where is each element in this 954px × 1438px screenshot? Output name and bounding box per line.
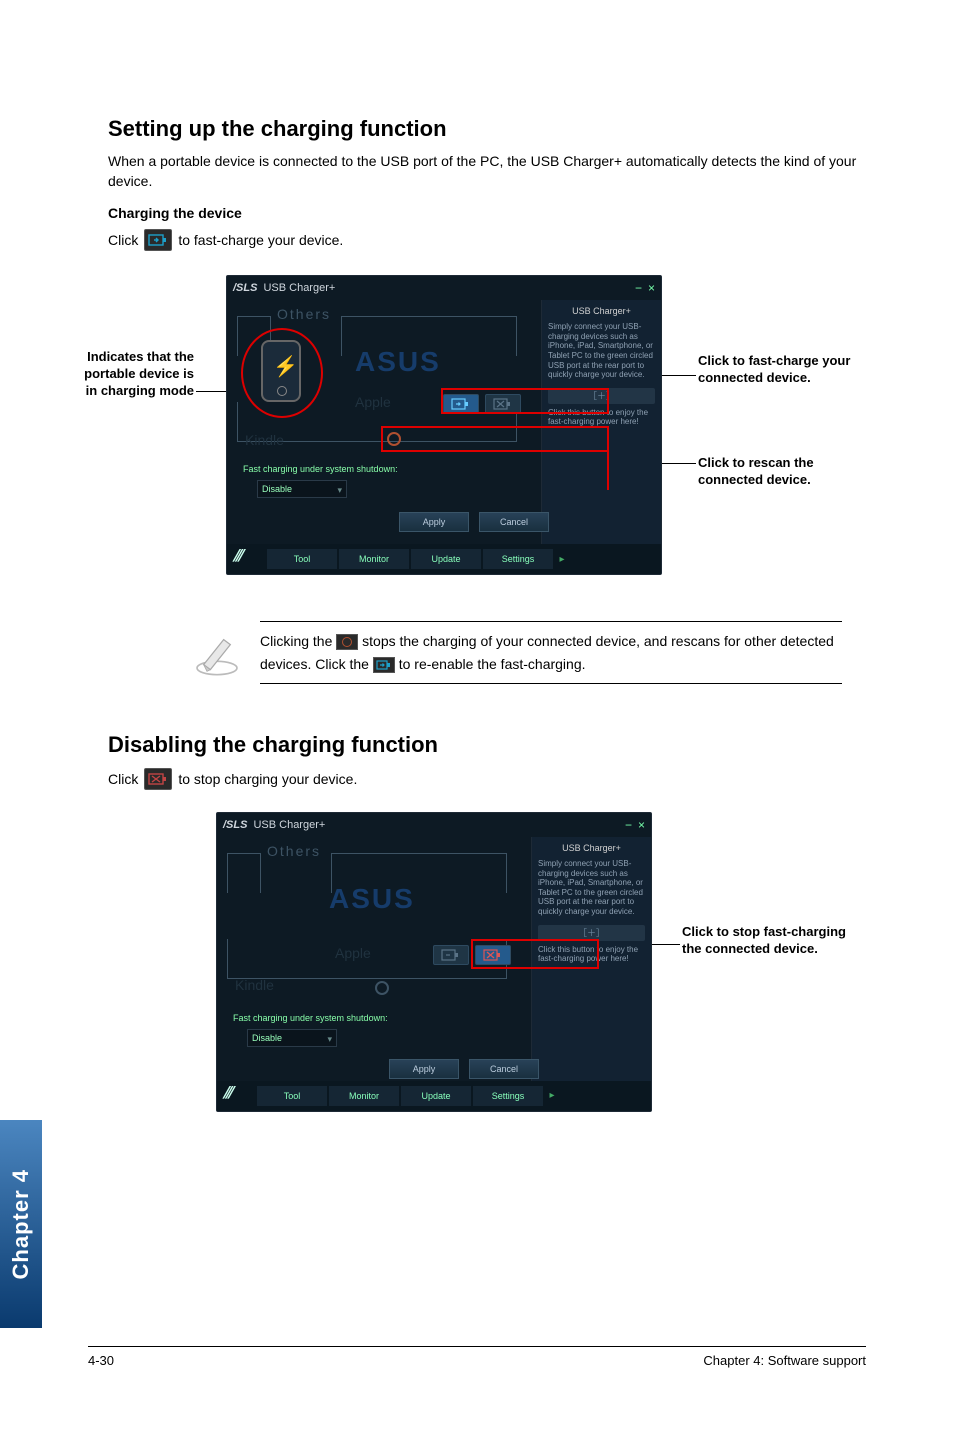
- tab-update[interactable]: Update: [411, 549, 481, 569]
- annotation-box-rescan: [381, 426, 609, 452]
- click2-pre: Click: [108, 771, 138, 787]
- charging-subhead: Charging the device: [108, 205, 866, 221]
- fast-shutdown-label: Fast charging under system shutdown:: [233, 1013, 388, 1023]
- annotation-box-stopcharge: [471, 939, 599, 969]
- shutdown-dropdown[interactable]: Disable: [257, 480, 347, 498]
- rescan-button[interactable]: [375, 981, 389, 995]
- note-text-c: to re-enable the fast-charging.: [399, 656, 586, 672]
- fast-charge-button[interactable]: [433, 945, 469, 965]
- apply-button[interactable]: Apply: [399, 512, 469, 532]
- apply-button[interactable]: Apply: [389, 1059, 459, 1079]
- shutdown-dropdown[interactable]: Disable: [247, 1029, 337, 1047]
- fast-charge-icon: [144, 229, 172, 251]
- click-label: Click: [108, 232, 138, 248]
- callout-rescan: Click to rescan the connected device.: [698, 455, 868, 489]
- chapter-side-tab: Chapter 4: [0, 1120, 42, 1328]
- tab-monitor[interactable]: Monitor: [329, 1086, 399, 1106]
- app-tabbar: ⫻ Tool Monitor Update Settings ▸: [217, 1081, 651, 1111]
- side-panel-title: USB Charger+: [538, 843, 645, 853]
- section2-heading: Disabling the charging function: [108, 732, 866, 758]
- side-panel-text: Simply connect your USB-charging devices…: [538, 859, 645, 917]
- annotation-box-fastcharge: [441, 388, 609, 414]
- tab-update[interactable]: Update: [401, 1086, 471, 1106]
- app-title-text: USB Charger+: [253, 819, 325, 831]
- fast-charge-mini-icon: [373, 657, 395, 673]
- page-footer: 4-30 Chapter 4: Software support: [88, 1346, 866, 1368]
- page-number: 4-30: [88, 1353, 114, 1368]
- stop-charge-icon: [144, 768, 172, 790]
- chapter-tab-label: Chapter 4: [8, 1169, 34, 1279]
- others-label: Others: [277, 306, 331, 322]
- tab-settings[interactable]: Settings: [483, 549, 553, 569]
- click-label-post: to fast-charge your device.: [178, 232, 343, 248]
- tab-monitor[interactable]: Monitor: [339, 549, 409, 569]
- tab-tool[interactable]: Tool: [257, 1086, 327, 1106]
- chapter-label: Chapter 4: Software support: [703, 1353, 866, 1368]
- minimize-icon[interactable]: −: [635, 281, 642, 295]
- side-panel-text: Simply connect your USB-charging devices…: [548, 322, 655, 380]
- figure-1: Indicates that the portable device is in…: [108, 275, 866, 593]
- ghost-kindle: Kindle: [245, 432, 284, 448]
- click2-post: to stop charging your device.: [178, 771, 357, 787]
- callout-stop-fastcharge: Click to stop fast-charging the connecte…: [682, 924, 852, 958]
- callout-charging-mode: Indicates that the portable device is in…: [80, 349, 194, 400]
- section-intro: When a portable device is connected to t…: [108, 152, 866, 191]
- figure-2: Click to stop fast-charging the connecte…: [108, 812, 866, 1130]
- app-logo-icon: ⫻: [233, 548, 255, 570]
- ghost-kindle: Kindle: [235, 977, 274, 993]
- note-text-a: Clicking the: [260, 633, 336, 649]
- close-icon[interactable]: ×: [638, 818, 645, 832]
- rescan-mini-icon: [336, 634, 358, 650]
- asus-logo: ASUS: [355, 346, 441, 378]
- ghost-apple: Apple: [335, 945, 371, 961]
- tabbar-scroll-right-icon[interactable]: ▸: [545, 1090, 559, 1101]
- app-tabbar: ⫻ Tool Monitor Update Settings ▸: [227, 544, 661, 574]
- minimize-icon[interactable]: −: [625, 818, 632, 832]
- tab-tool[interactable]: Tool: [267, 549, 337, 569]
- cancel-button[interactable]: Cancel: [479, 512, 549, 532]
- note-block: Clicking the stops the charging of your …: [192, 621, 842, 684]
- side-panel-title: USB Charger+: [548, 306, 655, 316]
- cancel-button[interactable]: Cancel: [469, 1059, 539, 1079]
- section-heading: Setting up the charging function: [108, 116, 866, 142]
- others-label: Others: [267, 843, 321, 859]
- close-icon[interactable]: ×: [648, 281, 655, 295]
- app-window-2: /SLS USB Charger+ − × Others ASUS Apple …: [216, 812, 652, 1112]
- callout-fast-charge: Click to fast-charge your connected devi…: [698, 353, 868, 387]
- app-window: /SLS USB Charger+ − × Others ⚡ ASUS Appl…: [226, 275, 662, 575]
- tab-settings[interactable]: Settings: [473, 1086, 543, 1106]
- tabbar-scroll-right-icon[interactable]: ▸: [555, 554, 569, 565]
- app-title-text: USB Charger+: [263, 282, 335, 294]
- fast-shutdown-label: Fast charging under system shutdown:: [243, 464, 398, 474]
- app-titlebar: /SLS USB Charger+ − ×: [217, 813, 651, 837]
- annotation-oval: [241, 328, 323, 418]
- ghost-apple: Apple: [355, 394, 391, 410]
- app-logo-icon: ⫻: [223, 1085, 245, 1107]
- asus-logo: ASUS: [329, 883, 415, 915]
- app-titlebar: /SLS USB Charger+ − ×: [227, 276, 661, 300]
- pencil-note-icon: [192, 628, 242, 678]
